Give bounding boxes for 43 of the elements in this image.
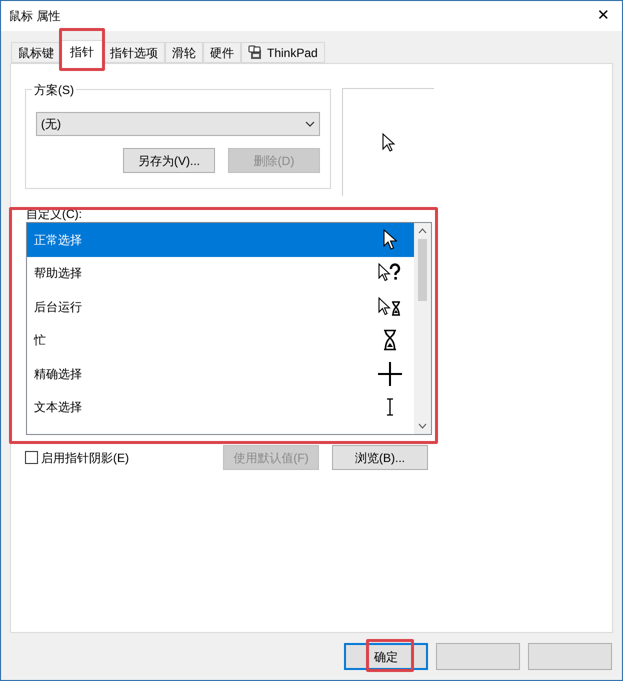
- window-title: 鼠标 属性: [9, 8, 60, 25]
- list-item[interactable]: 帮助选择: [27, 256, 414, 290]
- dropdown-value: (无): [41, 116, 61, 133]
- list-item[interactable]: 正常选择: [27, 223, 414, 256]
- working-cursor-icon: [378, 296, 402, 317]
- list-item[interactable]: 忙: [27, 324, 414, 357]
- hourglass-icon: [383, 329, 397, 352]
- checkbox[interactable]: [25, 451, 38, 464]
- tab[interactable]: 指针: [61, 40, 103, 64]
- chevron-down-icon: [305, 121, 315, 127]
- tab[interactable]: ThinkPad: [241, 42, 325, 63]
- arrow-cursor-icon: [382, 132, 396, 152]
- tab[interactable]: 指针选项: [103, 42, 165, 63]
- list-item[interactable]: 精确选择: [27, 357, 414, 390]
- tab[interactable]: 滑轮: [165, 42, 203, 63]
- button[interactable]: 浏览(B)...: [332, 445, 428, 470]
- button[interactable]: 确定: [344, 643, 428, 670]
- item-label: 忙: [34, 332, 46, 350]
- button[interactable]: [528, 643, 612, 670]
- checkbox-label: 启用指针阴影(E): [41, 450, 129, 466]
- item-label: 帮助选择: [34, 265, 82, 282]
- tab[interactable]: 鼠标键: [11, 42, 61, 63]
- list-item[interactable]: 后台运行: [27, 290, 414, 324]
- group-label: 方案(S): [32, 81, 76, 99]
- help-cursor-icon: [378, 263, 402, 284]
- crosshair-icon: [377, 360, 403, 387]
- item-label: 文本选择: [34, 399, 82, 416]
- device-icon: [248, 45, 263, 60]
- scroll-thumb[interactable]: [418, 239, 427, 301]
- list-item[interactable]: 文本选择: [27, 390, 414, 424]
- button[interactable]: [436, 643, 520, 670]
- item-label: 精确选择: [34, 366, 82, 383]
- text-cursor-icon: [386, 398, 394, 416]
- item-label: 后台运行: [34, 298, 82, 316]
- annotation-frame: [59, 28, 105, 71]
- scheme-dropdown[interactable]: (无): [36, 112, 320, 136]
- item-label: 正常选择: [34, 232, 82, 249]
- annotation-frame: [366, 639, 414, 672]
- arrow-cursor-icon: [383, 228, 397, 251]
- close-button[interactable]: ✕: [593, 4, 614, 28]
- tab[interactable]: 硬件: [203, 42, 241, 63]
- button[interactable]: 另存为(V)...: [123, 148, 215, 173]
- scrollbar[interactable]: [414, 223, 431, 434]
